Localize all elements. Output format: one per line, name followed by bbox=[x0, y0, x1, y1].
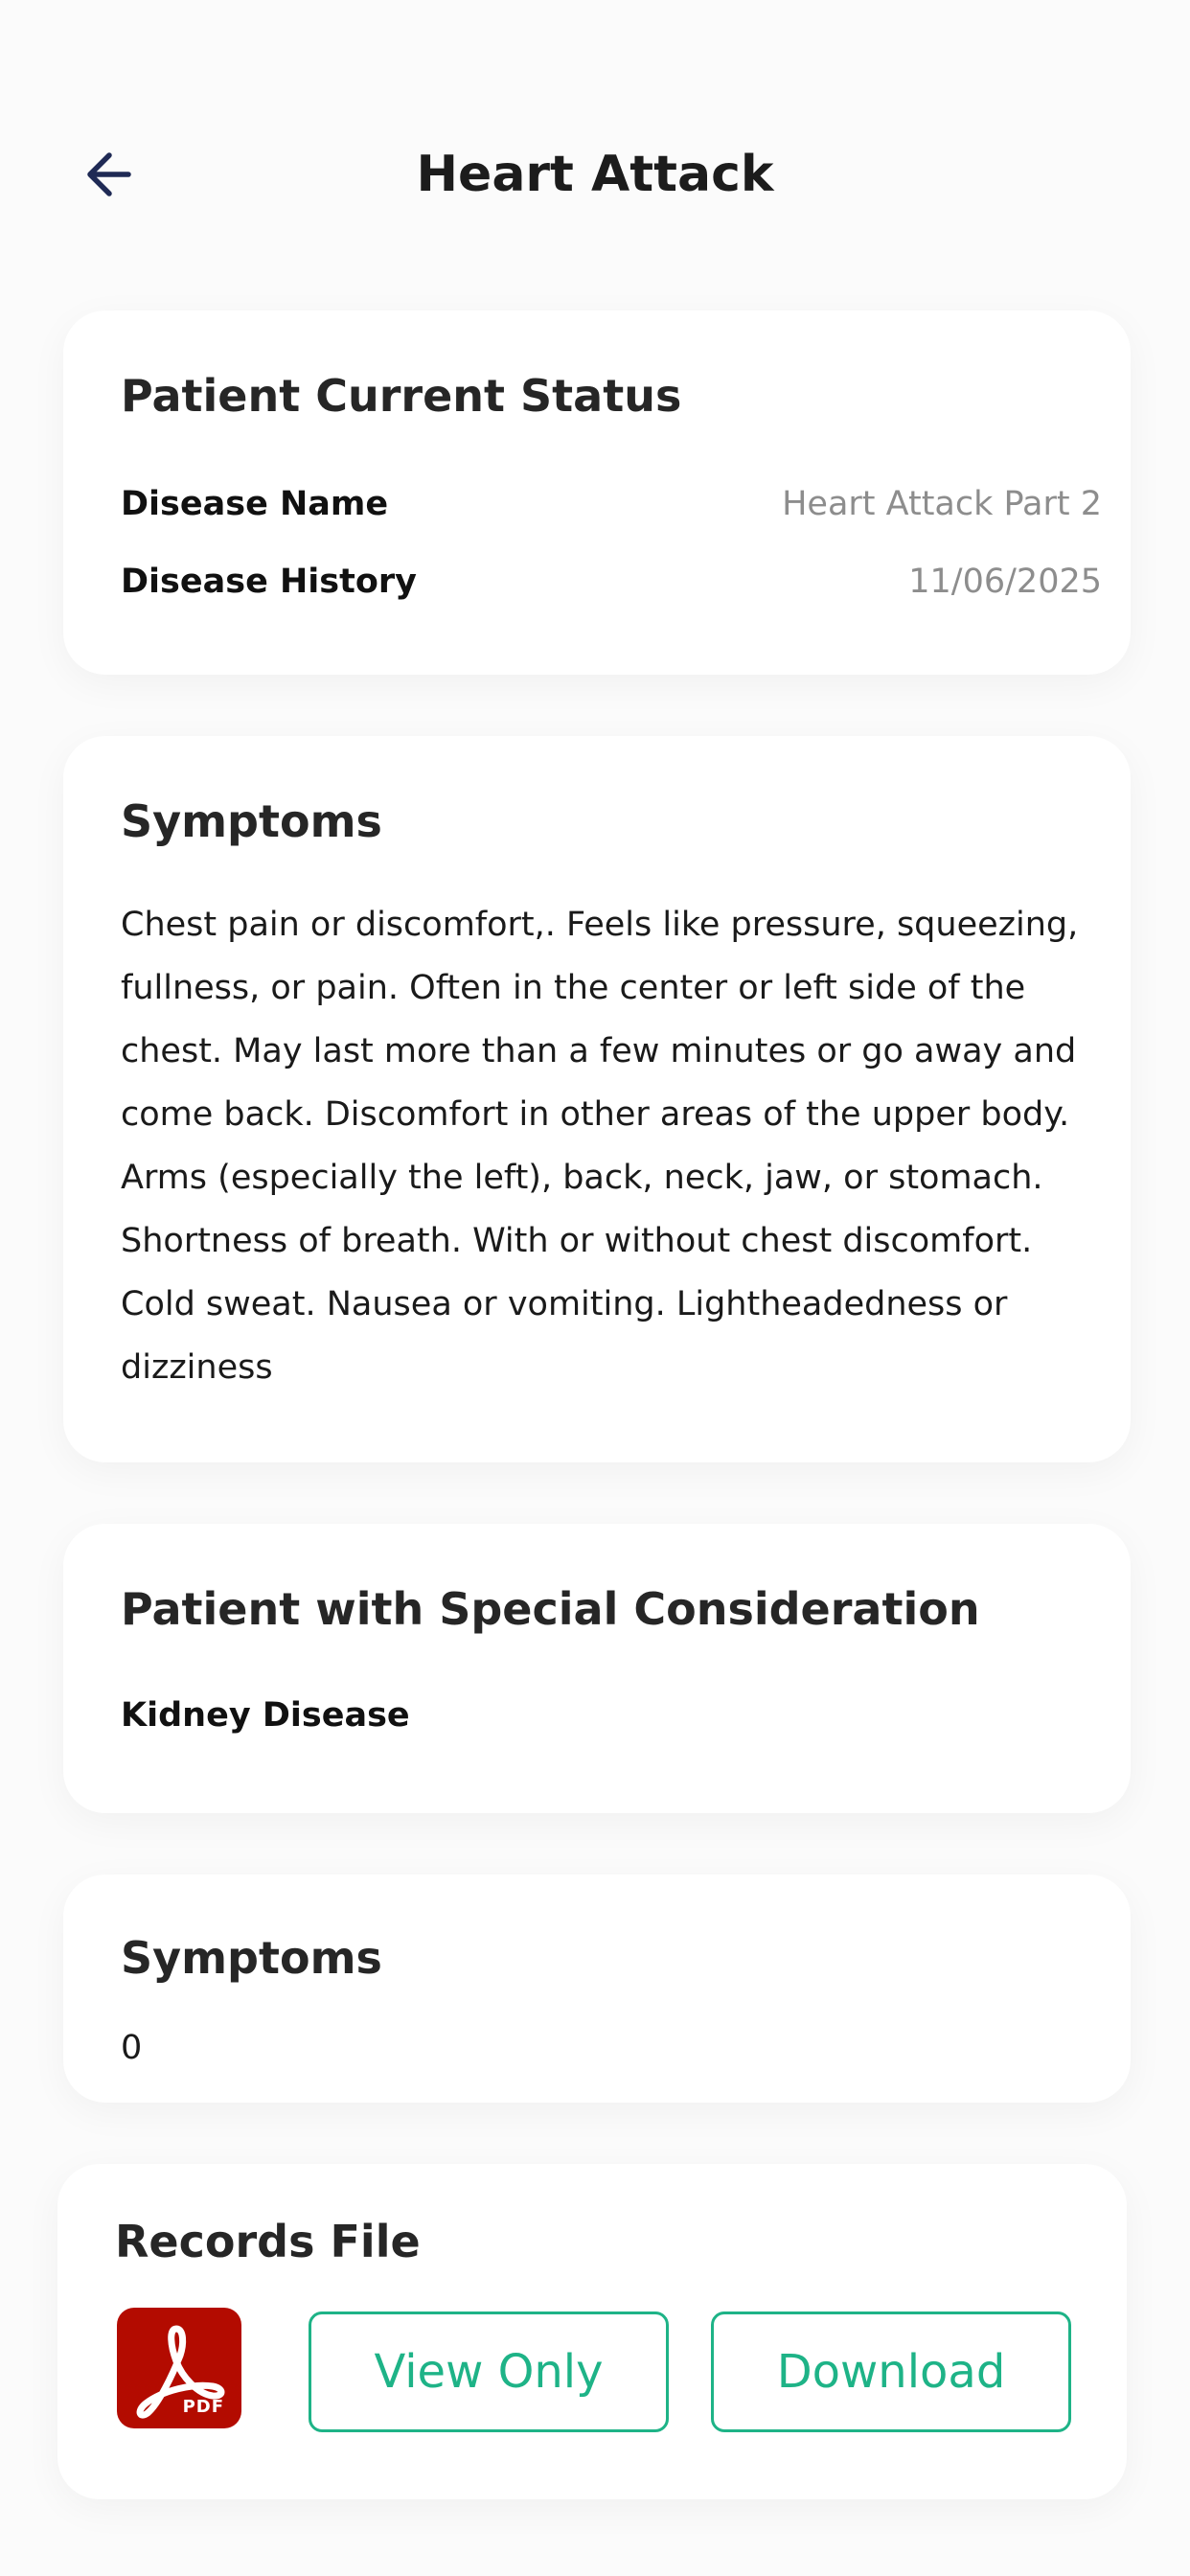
symptoms-title: Symptoms bbox=[121, 795, 382, 847]
disease-history-value: 11/06/2025 bbox=[908, 563, 1102, 601]
disease-name-label: Disease Name bbox=[121, 485, 389, 523]
app-header: Heart Attack bbox=[0, 134, 1190, 215]
symptoms-description: Chest pain or discomfort,. Feels like pr… bbox=[121, 906, 1079, 1387]
download-button[interactable]: Download bbox=[711, 2312, 1071, 2432]
symptoms-count-value: 0 bbox=[121, 2029, 143, 2067]
symptoms-count-title: Symptoms bbox=[121, 1932, 382, 1984]
symptoms-card: Symptoms Chest pain or discomfort,. Feel… bbox=[63, 736, 1131, 1462]
pdf-badge: PDF bbox=[182, 2397, 224, 2417]
symptoms-count-card: Symptoms 0 bbox=[63, 1874, 1131, 2103]
special-consideration-card: Patient with Special Consideration Kidne… bbox=[63, 1524, 1131, 1813]
view-only-button[interactable]: View Only bbox=[309, 2312, 669, 2432]
records-file-title: Records File bbox=[115, 2216, 421, 2267]
pdf-icon[interactable]: PDF bbox=[117, 2308, 241, 2428]
special-consideration-title: Patient with Special Consideration bbox=[121, 1583, 980, 1635]
current-status-title: Patient Current Status bbox=[121, 370, 682, 422]
disease-history-label: Disease History bbox=[121, 563, 417, 601]
special-consideration-item: Kidney Disease bbox=[121, 1696, 410, 1735]
disease-name-value: Heart Attack Part 2 bbox=[782, 485, 1102, 523]
records-file-card: Records File PDF View Only Download bbox=[57, 2164, 1127, 2499]
page-title: Heart Attack bbox=[416, 146, 774, 203]
current-status-card: Patient Current Status Disease Name Hear… bbox=[63, 310, 1131, 675]
